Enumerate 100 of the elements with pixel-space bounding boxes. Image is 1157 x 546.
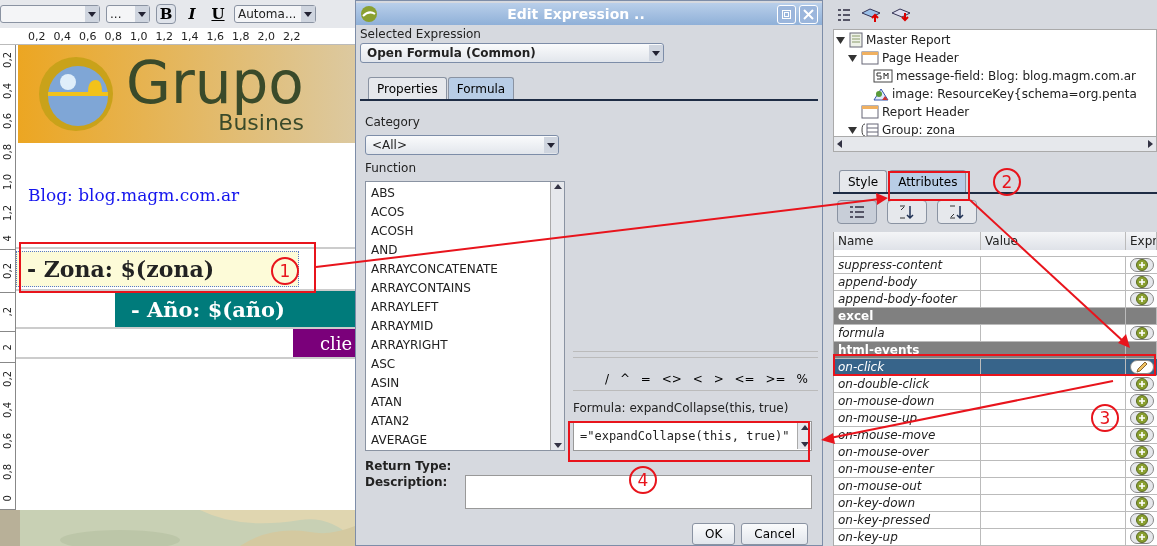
expression-button[interactable] bbox=[1130, 513, 1154, 527]
scroll-arrow-icon[interactable] bbox=[553, 443, 562, 448]
ruler-label: 2,0 bbox=[257, 29, 275, 43]
scroll-arrow-icon[interactable] bbox=[837, 140, 842, 148]
expression-button[interactable] bbox=[1130, 360, 1154, 374]
tree-item[interactable]: image: ResourceKey{schema=org.penta bbox=[892, 87, 1137, 102]
font-size-dropdown[interactable]: ... bbox=[106, 5, 150, 23]
expression-button[interactable] bbox=[1130, 275, 1154, 289]
list-item[interactable]: ARRAYCONTAINS bbox=[371, 279, 545, 298]
tree-item[interactable]: Page Header bbox=[882, 51, 959, 66]
list-item[interactable]: ARRAYRIGHT bbox=[371, 336, 545, 355]
sort-descending-button[interactable] bbox=[937, 200, 977, 224]
ruler-label: 0,2 bbox=[1, 52, 14, 69]
ruler-label: 1,2 bbox=[155, 29, 173, 43]
client-field[interactable]: clie bbox=[293, 329, 355, 357]
expression-button[interactable] bbox=[1130, 411, 1154, 425]
expression-button[interactable] bbox=[1130, 445, 1154, 459]
app-icon bbox=[360, 5, 378, 23]
operator-button[interactable]: / bbox=[603, 372, 612, 386]
attribute-name: on-mouse-up bbox=[834, 410, 981, 426]
scrollbar[interactable] bbox=[550, 182, 564, 450]
callout-number: 3 bbox=[1091, 404, 1119, 432]
scroll-arrow-icon[interactable] bbox=[553, 184, 562, 189]
operator-button[interactable]: % bbox=[794, 372, 810, 386]
attribute-name: on-click bbox=[834, 359, 981, 375]
expand-toggle-icon[interactable] bbox=[848, 125, 857, 135]
underline-button[interactable]: U bbox=[208, 4, 228, 24]
expression-button[interactable] bbox=[1130, 292, 1154, 306]
operator-button[interactable]: ^ bbox=[617, 372, 632, 386]
ruler-label: ,2 bbox=[1, 307, 14, 317]
list-item[interactable]: ARRAYMID bbox=[371, 317, 545, 336]
tree-item[interactable]: message-field: Blog: blog.magm.com.ar bbox=[896, 69, 1136, 84]
ruler-label: 0,4 bbox=[53, 29, 71, 43]
caret-icon[interactable] bbox=[652, 50, 660, 56]
tree-item[interactable]: Group: zona bbox=[882, 123, 955, 136]
bold-button[interactable]: B bbox=[156, 4, 176, 24]
expression-button[interactable] bbox=[1130, 394, 1154, 408]
callout-number: 4 bbox=[629, 466, 657, 494]
expression-button[interactable] bbox=[1130, 462, 1154, 476]
tree-item[interactable]: Master Report bbox=[866, 33, 951, 48]
ruler-label: 0 bbox=[1, 494, 14, 502]
tab[interactable]: Properties bbox=[368, 77, 447, 99]
ruler-label: 2,2 bbox=[283, 29, 301, 43]
tab[interactable]: Formula bbox=[447, 77, 515, 99]
operator-button[interactable]: > bbox=[711, 372, 726, 386]
scroll-arrow-icon[interactable] bbox=[800, 442, 809, 447]
list-item[interactable]: AND bbox=[371, 241, 545, 260]
list-item[interactable]: ASIN bbox=[371, 374, 545, 393]
blog-label: Blog: blog.magm.com.ar bbox=[28, 185, 240, 205]
expression-button[interactable] bbox=[1130, 428, 1154, 442]
anio-field[interactable]: - Año: $(año) bbox=[115, 291, 355, 327]
italic-button[interactable]: I bbox=[182, 4, 202, 24]
list-item[interactable]: ATAN2 bbox=[371, 412, 545, 431]
list-item[interactable]: ACOSH bbox=[371, 222, 545, 241]
operator-button[interactable]: = bbox=[638, 372, 653, 386]
tree-item[interactable]: Report Header bbox=[882, 105, 970, 120]
operator-button[interactable]: <> bbox=[659, 372, 684, 386]
list-item[interactable]: ACOS bbox=[371, 203, 545, 222]
list-item[interactable]: AVERAGE bbox=[371, 431, 545, 450]
move-down-icon[interactable] bbox=[891, 6, 911, 23]
operator-button[interactable]: < bbox=[690, 372, 705, 386]
expression-button[interactable] bbox=[1130, 530, 1154, 544]
dialog-button[interactable]: OK bbox=[692, 523, 736, 545]
list-item[interactable]: ABS bbox=[371, 184, 545, 203]
caret-icon[interactable] bbox=[304, 11, 312, 17]
list-item[interactable]: ARRAYLEFT bbox=[371, 298, 545, 317]
expand-toggle-icon[interactable] bbox=[848, 53, 857, 63]
ruler-label: 0,8 bbox=[104, 29, 122, 43]
list-icon bbox=[837, 7, 851, 22]
list-item[interactable]: ATAN bbox=[371, 393, 545, 412]
expression-button[interactable] bbox=[1130, 326, 1154, 340]
dialog-title: Edit Expression .. bbox=[506, 6, 646, 22]
dialog-button[interactable]: Cancel bbox=[741, 523, 808, 545]
operator-button[interactable]: >= bbox=[763, 372, 788, 386]
expression-button[interactable] bbox=[1130, 258, 1154, 272]
expression-button[interactable] bbox=[1130, 496, 1154, 510]
expand-toggle-icon[interactable] bbox=[836, 35, 845, 45]
ruler-label: 1,8 bbox=[232, 29, 250, 43]
category-dropdown[interactable]: <All> bbox=[365, 135, 559, 155]
categorized-button[interactable] bbox=[837, 200, 877, 224]
scroll-arrow-icon[interactable] bbox=[800, 425, 809, 430]
formula-field[interactable]: ="expandCollapse(this, true)" bbox=[573, 421, 812, 451]
expression-button[interactable] bbox=[1130, 377, 1154, 391]
scroll-arrow-icon[interactable] bbox=[1148, 140, 1153, 148]
caret-icon[interactable] bbox=[547, 142, 555, 148]
message-field-icon bbox=[873, 69, 893, 84]
caret-icon[interactable] bbox=[138, 11, 146, 17]
operator-button[interactable]: <= bbox=[732, 372, 757, 386]
caret-icon[interactable] bbox=[88, 11, 96, 17]
attribute-name: on-mouse-down bbox=[834, 393, 981, 409]
text-color-dropdown[interactable]: Automa... bbox=[234, 5, 316, 23]
list-item[interactable]: ARRAYCONCATENATE bbox=[371, 260, 545, 279]
splitter-handle[interactable] bbox=[573, 351, 818, 358]
expression-button[interactable] bbox=[1130, 479, 1154, 493]
scrollbar[interactable] bbox=[834, 136, 1156, 151]
expression-dropdown[interactable]: Open Formula (Common) bbox=[360, 43, 664, 63]
move-up-icon[interactable] bbox=[861, 6, 881, 23]
list-item[interactable]: ASC bbox=[371, 355, 545, 374]
sort-ascending-button[interactable] bbox=[887, 200, 927, 224]
tab[interactable]: Style bbox=[839, 170, 888, 192]
